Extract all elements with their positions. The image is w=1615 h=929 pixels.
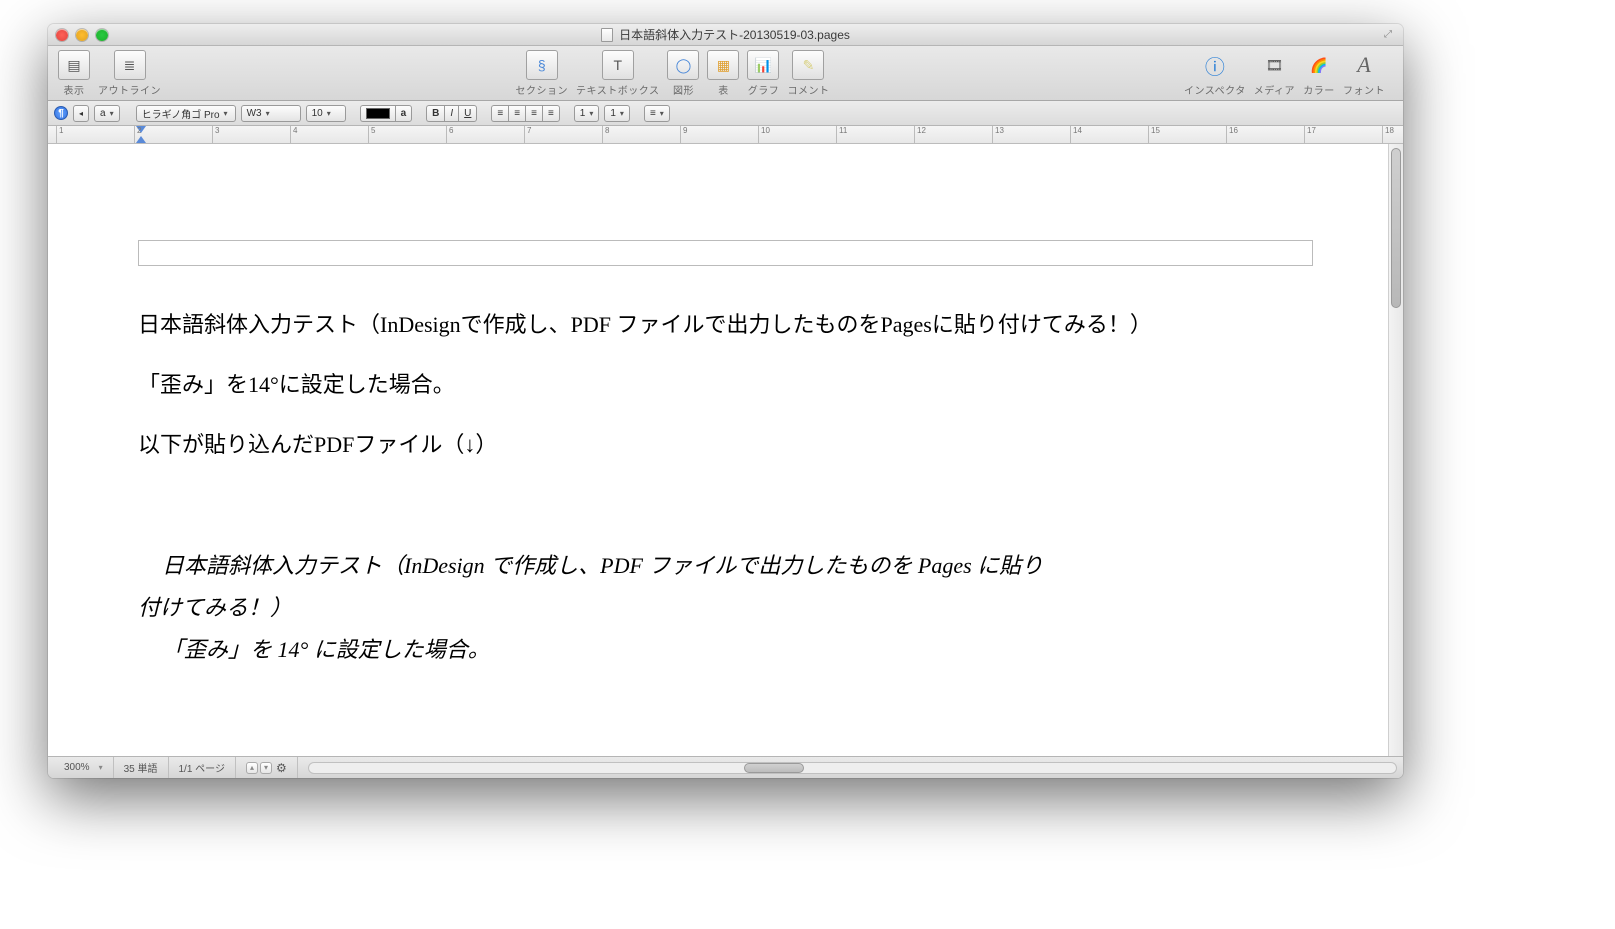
char-color-button[interactable]: a [395, 105, 413, 122]
tb-chart[interactable]: 📊 グラフ [747, 50, 779, 97]
ruler-tick: 17 [1304, 126, 1316, 143]
underline-button[interactable]: U [458, 105, 477, 122]
tb-table[interactable]: ▦ 表 [707, 50, 739, 97]
tb-fonts[interactable]: A フォント [1343, 50, 1385, 97]
ruler-tick: 15 [1148, 126, 1160, 143]
close-button[interactable] [56, 29, 68, 41]
bold-button[interactable]: B [426, 105, 444, 122]
tb-textbox[interactable]: T テキストボックス [576, 50, 659, 97]
paragraph-toggle[interactable]: ¶ [54, 106, 68, 120]
tb-outline[interactable]: ≣ アウトライン [98, 50, 161, 97]
paragraph-2[interactable]: 「歪み」を14°に設定した場合。 [138, 364, 1313, 406]
biu-group: B I U [426, 105, 477, 122]
outline-icon: ≣ [124, 57, 136, 74]
ruler-tick: 10 [758, 126, 770, 143]
format-bar: ¶ ◂ a ヒラギノ角ゴ Pro W3 10 a B I U ≡ ≡ ≡ ≡ 1… [48, 101, 1403, 126]
align-left-button[interactable]: ≡ [491, 105, 508, 122]
italic-paragraph-2[interactable]: 「歪み」を 14° に設定した場合。 [138, 629, 1313, 671]
ruler-tick: 1 [56, 126, 63, 143]
header-placeholder[interactable] [138, 240, 1313, 266]
vertical-scrollbar[interactable] [1388, 144, 1403, 756]
ruler-tick: 8 [602, 126, 609, 143]
align-justify-button[interactable]: ≡ [542, 105, 560, 122]
font-size-select[interactable]: 10 [306, 105, 346, 122]
ruler-tick: 12 [914, 126, 926, 143]
paragraph-1[interactable]: 日本語斜体入力テスト（InDesignで作成し、PDF ファイルで出力したものを… [138, 304, 1313, 346]
traffic-lights [56, 29, 108, 41]
zoom-select[interactable]: 300% [54, 757, 114, 778]
tb-colors[interactable]: 🌈 カラー [1303, 50, 1335, 97]
ruler-tick: 14 [1070, 126, 1082, 143]
page-indicator[interactable]: 1/1 ページ [169, 757, 236, 778]
view-icon: ▤ [67, 57, 80, 74]
tb-media[interactable]: 🎞 メディア [1254, 50, 1295, 97]
word-count: 35 単語 [114, 757, 169, 778]
app-window: 日本語斜体入力テスト-20130519-03.pages ⤢ ▤ 表示 ≣ アウ… [48, 24, 1403, 778]
align-right-button[interactable]: ≡ [525, 105, 542, 122]
tb-view[interactable]: ▤ 表示 [58, 50, 90, 97]
zoom-button[interactable] [96, 29, 108, 41]
vertical-scroll-thumb[interactable] [1391, 148, 1401, 308]
italic-paragraph-1a[interactable]: 日本語斜体入力テスト（InDesign で作成し、PDF ファイルで出力したもの… [138, 545, 1313, 587]
font-family-select[interactable]: ヒラギノ角ゴ Pro [136, 105, 236, 122]
ruler-tick: 18 [1382, 126, 1394, 143]
ruler[interactable]: 123456789101112131415161718 [48, 126, 1403, 144]
tb-comment[interactable]: ✎ コメント [787, 50, 829, 97]
text-color-swatch[interactable] [360, 105, 395, 122]
fullscreen-button[interactable]: ⤢ [1381, 28, 1395, 42]
document-icon [601, 28, 613, 42]
status-bar: 300% 35 単語 1/1 ページ ▴ ▾ ⚙ [48, 756, 1403, 778]
ruler-tick: 9 [680, 126, 687, 143]
titlebar: 日本語斜体入力テスト-20130519-03.pages ⤢ [48, 24, 1403, 46]
columns-select[interactable]: 1 [604, 105, 630, 122]
tb-section[interactable]: § セクション [516, 50, 569, 97]
document-area[interactable]: 日本語斜体入力テスト（InDesignで作成し、PDF ファイルで出力したものを… [48, 144, 1403, 756]
paragraph-3[interactable]: 以下が貼り込んだPDFファイル（↓） [138, 424, 1313, 466]
align-center-button[interactable]: ≡ [508, 105, 525, 122]
ruler-tick: 6 [446, 126, 453, 143]
ruler-tick: 11 [836, 126, 847, 143]
ruler-tick: 2 [134, 126, 141, 143]
text-color-group: a [360, 105, 413, 122]
window-title: 日本語斜体入力テスト-20130519-03.pages [619, 26, 850, 43]
minimize-button[interactable] [76, 29, 88, 41]
font-weight-select[interactable]: W3 [241, 105, 301, 122]
alignment-group: ≡ ≡ ≡ ≡ [491, 105, 559, 122]
italic-button[interactable]: I [444, 105, 458, 122]
main-toolbar: ▤ 表示 ≣ アウトライン § セクション T テキストボックス ◯ 図形 ▦ … [48, 46, 1403, 101]
tb-shape[interactable]: ◯ 図形 [667, 50, 699, 97]
line-spacing-select[interactable]: 1 [574, 105, 600, 122]
horizontal-scroll-thumb[interactable] [744, 763, 804, 773]
ruler-tick: 5 [368, 126, 375, 143]
style-select[interactable]: a [94, 105, 120, 122]
page: 日本語斜体入力テスト（InDesignで作成し、PDF ファイルで出力したものを… [48, 144, 1403, 711]
italic-paragraph-1b[interactable]: 付けてみる！） [138, 587, 1313, 629]
page-up-button[interactable]: ▴ [246, 762, 258, 774]
nav-back[interactable]: ◂ [73, 105, 89, 122]
settings-gear-icon[interactable]: ⚙ [276, 761, 287, 775]
ruler-tick: 4 [290, 126, 297, 143]
ruler-tick: 13 [992, 126, 1004, 143]
list-style-select[interactable]: ≡ [644, 105, 670, 122]
ruler-tick: 16 [1226, 126, 1238, 143]
ruler-tick: 7 [524, 126, 531, 143]
page-down-button[interactable]: ▾ [260, 762, 272, 774]
ruler-tick: 3 [212, 126, 219, 143]
horizontal-scrollbar[interactable] [308, 762, 1397, 774]
tb-inspector[interactable]: ⓘ インスペクタ [1184, 50, 1246, 97]
